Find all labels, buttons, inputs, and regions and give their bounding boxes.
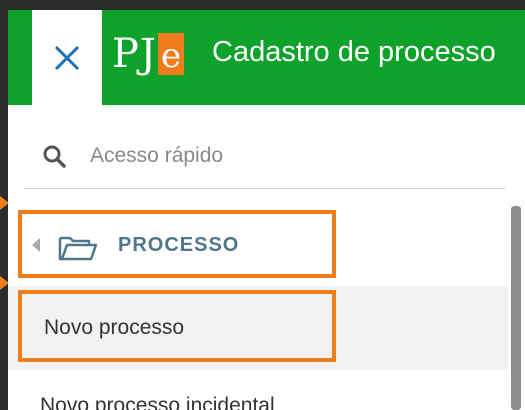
search-icon	[43, 145, 66, 168]
menu-item-novo-processo[interactable]: Novo processo	[8, 286, 508, 370]
search-input[interactable]	[90, 138, 490, 174]
scrollbar[interactable]	[511, 206, 521, 410]
navigation-menu: PROCESSO Novo processo Novo processo inc…	[8, 210, 508, 410]
pje-logo: PJ e	[112, 24, 185, 84]
close-icon	[54, 45, 80, 70]
quick-access-search	[24, 128, 506, 189]
logo-text: PJ	[112, 31, 157, 77]
panel-header: PJ e Cadastro de processo	[8, 10, 525, 105]
logo-letter: e	[157, 33, 185, 75]
scrollbar-thumb[interactable]	[511, 206, 521, 410]
menu-item-label: Novo processo	[44, 316, 185, 339]
page-title: Cadastro de processo	[212, 36, 496, 68]
menu-item-label: Novo processo incidental	[40, 394, 275, 410]
side-panel: PJ e Cadastro de processo PROCESSO	[8, 10, 525, 410]
menu-item-novo-processo-incidental[interactable]: Novo processo incidental	[8, 370, 508, 410]
menu-section-processo[interactable]: PROCESSO	[18, 210, 336, 278]
highlight-box: Novo processo	[18, 290, 336, 362]
caret-left-icon	[32, 238, 40, 252]
folder-open-icon	[58, 236, 98, 261]
app-frame: PJ e Cadastro de processo PROCESSO	[0, 0, 525, 410]
close-button[interactable]	[32, 10, 102, 105]
menu-section-label: PROCESSO	[118, 234, 240, 256]
